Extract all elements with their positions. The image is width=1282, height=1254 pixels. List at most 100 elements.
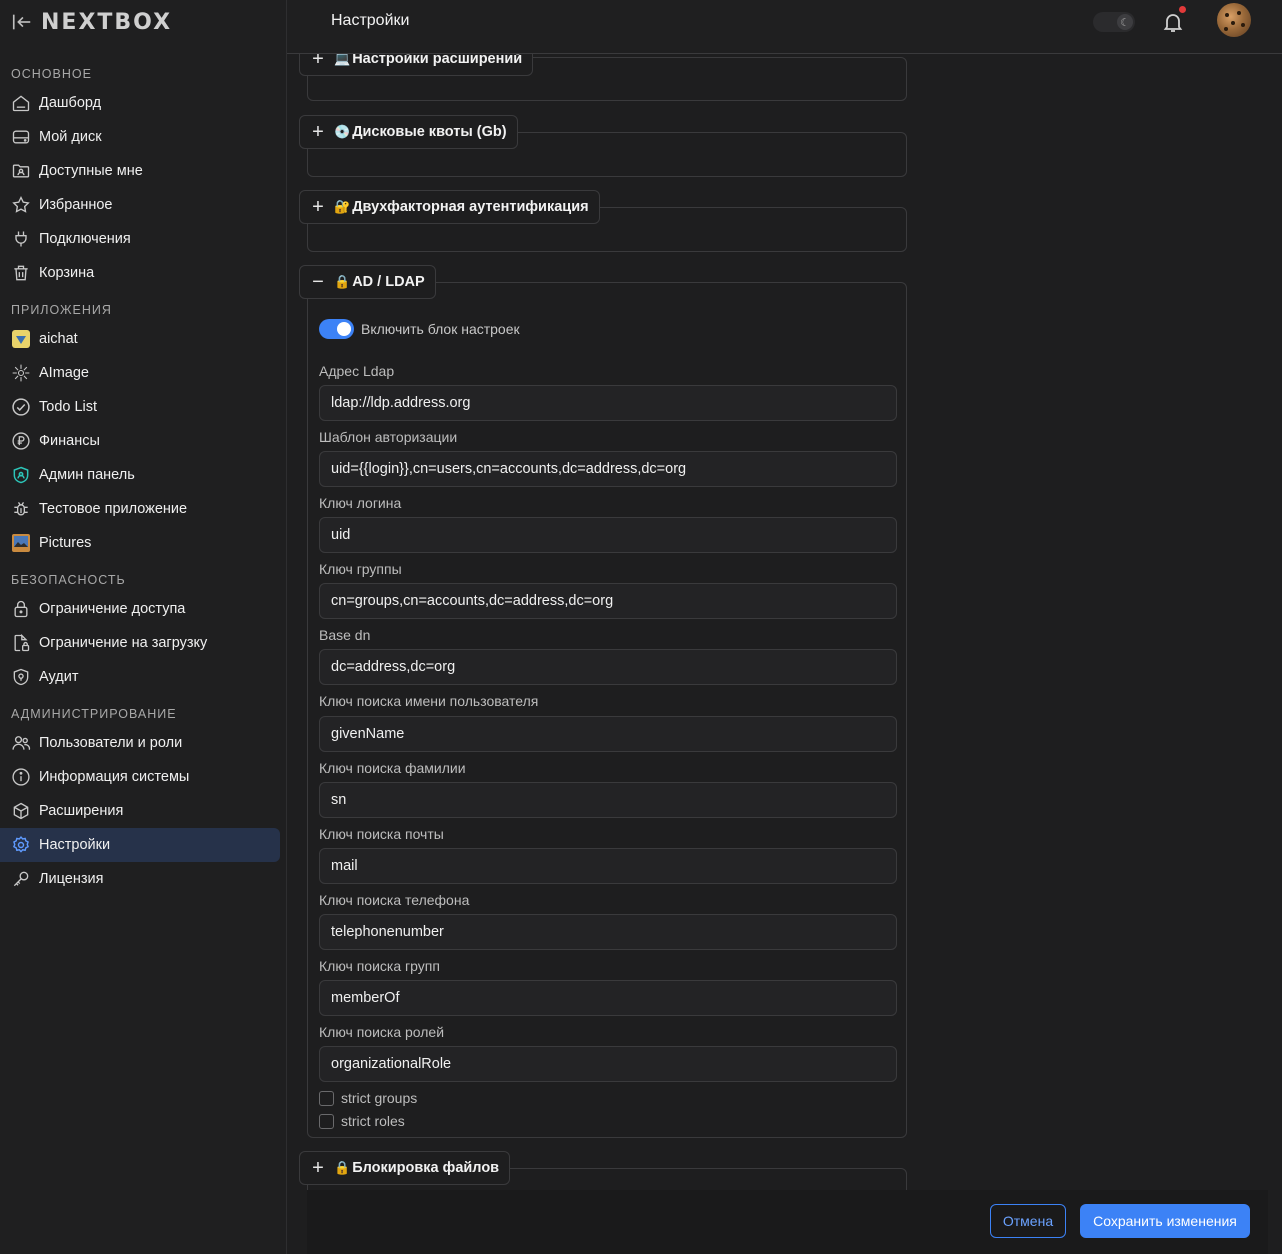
strict-groups-checkbox[interactable] <box>319 1090 334 1106</box>
sidebar-item-admin-panel[interactable]: Админ панель <box>0 458 280 492</box>
section-title-security: БЕЗОПАСНОСТЬ <box>11 573 126 587</box>
phone-key-input[interactable]: telephonenumber <box>319 914 897 950</box>
sidebar-item-connections[interactable]: Подключения <box>0 222 280 256</box>
sidebar-item-label: Корзина <box>39 265 95 281</box>
enable-block-toggle[interactable] <box>319 319 354 339</box>
sidebar-item-label: Информация системы <box>39 769 190 785</box>
checkbox-label: strict groups <box>341 1090 418 1106</box>
sidebar-item-access-restriction[interactable]: Ограничение доступа <box>0 592 280 626</box>
group-key-input[interactable]: cn=groups,cn=accounts,dc=address,dc=org <box>319 583 897 619</box>
given-name-key-input[interactable]: givenName <box>319 716 897 752</box>
sidebar-item-label: Настройки <box>39 837 111 853</box>
sidebar-item-label: Todo List <box>39 399 98 415</box>
sidebar-item-audit[interactable]: Аудит <box>0 660 280 694</box>
sidebar-item-extensions[interactable]: Расширения <box>0 794 280 828</box>
field-label: Ключ поиска почты <box>319 826 444 842</box>
panel-quotas-header[interactable]: + 💿 Дисковые квоты (Gb) <box>299 115 518 149</box>
sidebar-item-upload-restriction[interactable]: Ограничение на загрузку <box>0 626 280 660</box>
moon-icon: ☾ <box>1117 14 1133 30</box>
sidebar-item-label: Избранное <box>39 197 113 213</box>
collapse-sidebar-icon[interactable] <box>11 11 33 33</box>
key-icon <box>11 869 31 889</box>
expand-plus-icon: + <box>312 1157 324 1179</box>
expand-plus-icon: + <box>312 54 324 70</box>
panel-file-lock-header[interactable]: + 🔒 Блокировка файлов <box>299 1151 511 1185</box>
sidebar-item-label: AImage <box>39 365 89 381</box>
settings-content: + 💻 Настройки расширений + 💿 Дисковые кв… <box>287 54 1282 1254</box>
strict-groups-row[interactable]: strict groups <box>319 1090 417 1106</box>
sidebar-item-pictures[interactable]: Pictures <box>0 526 280 560</box>
lock-key-icon: 🔐 <box>334 199 351 214</box>
base-dn-input[interactable]: dc=address,dc=org <box>319 649 897 685</box>
mail-key-input[interactable]: mail <box>319 848 897 884</box>
sidebar-item-todo[interactable]: Todo List <box>0 390 280 424</box>
theme-toggle[interactable]: ☾ <box>1093 12 1135 32</box>
panel-ldap-header[interactable]: − 🔒 AD / LDAP <box>299 265 436 299</box>
sidebar-item-label: Админ панель <box>39 467 135 483</box>
sidebar-item-users-roles[interactable]: Пользователи и роли <box>0 726 280 760</box>
ldap-address-input[interactable]: ldap://ldp.address.org <box>319 385 897 421</box>
panel-title: Настройки расширений <box>352 54 523 67</box>
cancel-button[interactable]: Отмена <box>990 1204 1066 1238</box>
sidebar-item-finance[interactable]: Финансы <box>0 424 280 458</box>
sidebar-item-license[interactable]: Лицензия <box>0 862 280 896</box>
sidebar-item-shared[interactable]: Доступные мне <box>0 154 280 188</box>
sidebar-item-label: Пользователи и роли <box>39 735 183 751</box>
plug-icon <box>11 229 31 249</box>
strict-roles-checkbox[interactable] <box>319 1113 334 1129</box>
groups-search-key-input[interactable]: memberOf <box>319 980 897 1016</box>
drive-icon <box>11 127 31 147</box>
lock-icon <box>11 599 31 619</box>
sidebar-item-trash[interactable]: Корзина <box>0 256 280 290</box>
sidebar: NEXTBOX ОСНОВНОЕ Дашборд Мой диск Доступ… <box>0 0 287 1254</box>
avatar[interactable] <box>1217 3 1251 37</box>
sidebar-item-label: Аудит <box>39 669 79 685</box>
sidebar-item-dashboard[interactable]: Дашборд <box>0 86 280 120</box>
file-lock-icon <box>11 633 31 653</box>
sidebar-item-label: aichat <box>39 331 78 347</box>
field-label: Адрес Ldap <box>319 363 395 379</box>
enable-block-row[interactable]: Включить блок настроек <box>319 319 520 339</box>
ruble-icon <box>11 431 31 451</box>
lock-icon: 🔒 <box>334 1160 351 1175</box>
panel-ldap: Включить блок настроек Адрес Ldap ldap:/… <box>307 282 907 1138</box>
notifications-bell-icon[interactable] <box>1161 10 1185 34</box>
login-key-input[interactable]: uid <box>319 517 897 553</box>
shield-icon <box>11 667 31 687</box>
sidebar-item-label: Pictures <box>39 535 92 551</box>
check-circle-icon <box>11 397 31 417</box>
sidebar-item-my-drive[interactable]: Мой диск <box>0 120 280 154</box>
sidebar-item-test-app[interactable]: Тестовое приложение <box>0 492 280 526</box>
panel-two-factor-header[interactable]: + 🔐 Двухфакторная аутентификация <box>299 190 600 224</box>
roles-search-key-input[interactable]: organizationalRole <box>319 1046 897 1082</box>
save-button[interactable]: Сохранить изменения <box>1080 1204 1250 1238</box>
sidebar-item-system-info[interactable]: Информация системы <box>0 760 280 794</box>
bug-icon <box>11 499 31 519</box>
strict-roles-row[interactable]: strict roles <box>319 1113 405 1129</box>
sidebar-item-label: Подключения <box>39 231 131 247</box>
sidebar-item-label: Мой диск <box>39 129 102 145</box>
collapse-minus-icon: − <box>312 271 324 293</box>
disc-icon: 💿 <box>334 124 351 139</box>
sidebar-item-label: Расширения <box>39 803 124 819</box>
section-title-administration: АДМИНИСТРИРОВАНИЕ <box>11 707 177 721</box>
topbar: Настройки ☾ <box>287 0 1282 54</box>
section-title-main: ОСНОВНОЕ <box>11 67 92 81</box>
sidebar-item-aimage[interactable]: AImage <box>0 356 280 390</box>
surname-key-input[interactable]: sn <box>319 782 897 818</box>
auth-template-input[interactable]: uid={{login}},cn=users,cn=accounts,dc=ad… <box>319 451 897 487</box>
shared-folder-icon <box>11 161 31 181</box>
aichat-app-icon <box>11 329 31 349</box>
notification-badge <box>1179 6 1186 13</box>
sidebar-item-label: Доступные мне <box>39 163 143 179</box>
sidebar-item-settings[interactable]: Настройки <box>0 828 280 862</box>
app-logo: NEXTBOX <box>41 9 173 35</box>
field-label: Ключ поиска телефона <box>319 892 470 908</box>
package-icon <box>11 801 31 821</box>
panel-extensions-header[interactable]: + 💻 Настройки расширений <box>299 54 534 76</box>
field-label: Ключ поиска ролей <box>319 1024 445 1040</box>
field-label: Ключ поиска фамилии <box>319 760 466 776</box>
pictures-app-icon <box>11 533 31 553</box>
sidebar-item-aichat[interactable]: aichat <box>0 322 280 356</box>
sidebar-item-favorites[interactable]: Избранное <box>0 188 280 222</box>
